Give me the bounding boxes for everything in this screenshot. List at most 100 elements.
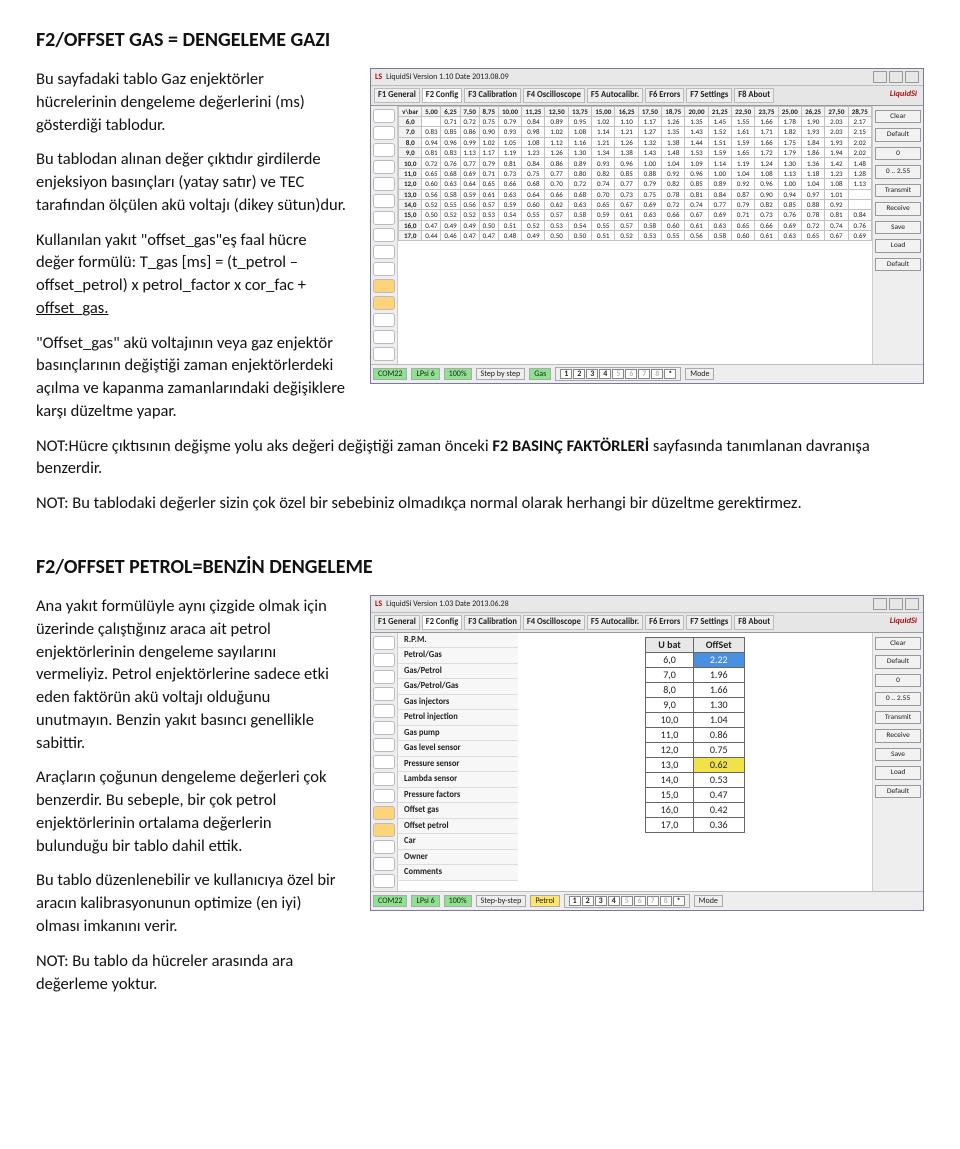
mode-button[interactable]: Mode [694, 895, 723, 907]
cell[interactable]: 0.83 [441, 148, 460, 158]
cell[interactable]: 0.88 [801, 199, 824, 209]
cell[interactable]: 0.79 [498, 116, 521, 126]
tab-f2[interactable]: F2 Config [422, 88, 462, 103]
cell[interactable]: 0.63 [441, 179, 460, 189]
cell[interactable]: 1.52 [708, 127, 731, 137]
channel-8[interactable]: 8 [660, 896, 672, 906]
cell[interactable]: 0.57 [545, 210, 568, 220]
cell[interactable]: 0.77 [708, 199, 731, 209]
cell[interactable]: 0.50 [479, 220, 498, 230]
default-button[interactable]: Default [875, 655, 921, 669]
tab-f8[interactable]: F8 About [734, 88, 774, 103]
config-menu[interactable]: R.P.M.Petrol/GasGas/PetrolGas/Petrol/Gas… [398, 633, 518, 891]
cell[interactable]: 0.61 [615, 210, 638, 220]
tab-f6[interactable]: F6 Errors [645, 615, 684, 630]
cell[interactable]: 0.71 [731, 210, 754, 220]
cell[interactable]: 0.70 [592, 189, 615, 199]
cell[interactable]: 1.10 [615, 116, 638, 126]
menu-comments[interactable]: Comments [398, 865, 518, 881]
tab-f5[interactable]: F5 Autocalibr. [587, 615, 643, 630]
cell[interactable]: 1.53 [685, 148, 708, 158]
cell[interactable]: 1.36 [801, 158, 824, 168]
cell[interactable]: 0.80 [568, 168, 591, 178]
cell[interactable]: 1.26 [615, 137, 638, 147]
cell[interactable]: 0.73 [498, 168, 521, 178]
cell[interactable]: 0.55 [592, 220, 615, 230]
channel-3[interactable]: 3 [595, 896, 607, 906]
cell[interactable]: 1.32 [638, 137, 661, 147]
cell[interactable]: 0.52 [460, 210, 479, 220]
cell[interactable]: 1.84 [801, 137, 824, 147]
cell[interactable]: 0.65 [731, 220, 754, 230]
cell[interactable]: 1.66 [755, 137, 778, 147]
cell[interactable]: 0.47 [479, 231, 498, 241]
cell[interactable]: 0.66 [755, 220, 778, 230]
cell[interactable]: 0.49 [460, 220, 479, 230]
cell[interactable]: 0.72 [460, 116, 479, 126]
cell[interactable]: 0.60 [662, 220, 685, 230]
status-step[interactable]: Step-by-step [476, 895, 527, 907]
default-button[interactable]: Default [875, 785, 921, 799]
cell[interactable]: 0.76 [778, 210, 801, 220]
cell[interactable]: 0.82 [755, 199, 778, 209]
tab-f3[interactable]: F3 Calibration [464, 88, 521, 103]
cell[interactable]: 0.69 [422, 116, 441, 126]
cell[interactable]: 9,0 [646, 697, 693, 712]
cell[interactable]: 0.84 [522, 116, 545, 126]
cell[interactable]: 0.96 [755, 179, 778, 189]
cell[interactable]: 0.64 [460, 179, 479, 189]
status-step[interactable]: Step by step [476, 368, 526, 380]
cell[interactable]: 0.60 [422, 179, 441, 189]
cell[interactable]: 16,0 [646, 802, 693, 817]
cell[interactable]: 0.66 [498, 179, 521, 189]
cell[interactable]: 1.75 [778, 137, 801, 147]
cell[interactable]: 0.74 [592, 179, 615, 189]
cell[interactable]: 0.92 [662, 168, 685, 178]
cell[interactable]: 1.34 [592, 148, 615, 158]
tab-f5[interactable]: F5 Autocalibr. [587, 88, 643, 103]
cell[interactable]: 1.13 [848, 179, 871, 189]
cell[interactable]: 0.56 [422, 189, 441, 199]
cell[interactable]: 0.67 [615, 199, 638, 209]
cell[interactable]: 10,0 [646, 712, 693, 727]
mode-button[interactable]: Mode [685, 368, 714, 380]
cell[interactable]: 1.13 [778, 168, 801, 178]
cell[interactable]: 0.72 [801, 220, 824, 230]
cell[interactable]: 1.02 [592, 116, 615, 126]
cell[interactable]: 1.14 [592, 127, 615, 137]
cell[interactable]: 2.15 [848, 127, 871, 137]
cell[interactable]: 1.17 [638, 116, 661, 126]
cell[interactable]: 0.53 [479, 210, 498, 220]
channel-3[interactable]: 3 [586, 369, 598, 379]
cell[interactable]: 6,0 [646, 652, 693, 667]
cell[interactable]: 0.69 [848, 231, 871, 241]
cell[interactable]: 1.38 [662, 137, 685, 147]
load-button[interactable]: Load [875, 766, 921, 780]
cell[interactable]: 1.43 [685, 127, 708, 137]
cell[interactable]: 1.51 [708, 137, 731, 147]
menu-petrol-injection[interactable]: Petrol injection [398, 710, 518, 726]
cell[interactable]: 0.84 [708, 189, 731, 199]
cell[interactable]: 1.30 [778, 158, 801, 168]
cell[interactable]: 1.66 [755, 116, 778, 126]
cell[interactable]: 0.50 [422, 210, 441, 220]
cell[interactable]: 0.54 [568, 220, 591, 230]
channel-5[interactable]: 5 [621, 896, 633, 906]
tab-f7[interactable]: F7 Settings [686, 88, 732, 103]
cell[interactable]: 1.05 [498, 137, 521, 147]
cell[interactable]: 0.85 [778, 199, 801, 209]
menu-gas-pump[interactable]: Gas pump [398, 726, 518, 742]
cell[interactable]: 13,0 [646, 757, 693, 772]
cell[interactable]: 1.27 [638, 127, 661, 137]
menu-lambda-sensor[interactable]: Lambda sensor [398, 772, 518, 788]
cell[interactable]: 0.36 [693, 817, 744, 832]
menu-gas-level-sensor[interactable]: Gas level sensor [398, 741, 518, 757]
cell[interactable]: 0.66 [545, 189, 568, 199]
cell[interactable]: 7,0 [646, 667, 693, 682]
channel-8[interactable]: 8 [651, 369, 663, 379]
cell[interactable]: 1.30 [568, 148, 591, 158]
cell[interactable]: 1.44 [685, 137, 708, 147]
cell[interactable]: 0.81 [825, 210, 848, 220]
cell[interactable]: 1.00 [708, 168, 731, 178]
cell[interactable]: 1.18 [801, 168, 824, 178]
